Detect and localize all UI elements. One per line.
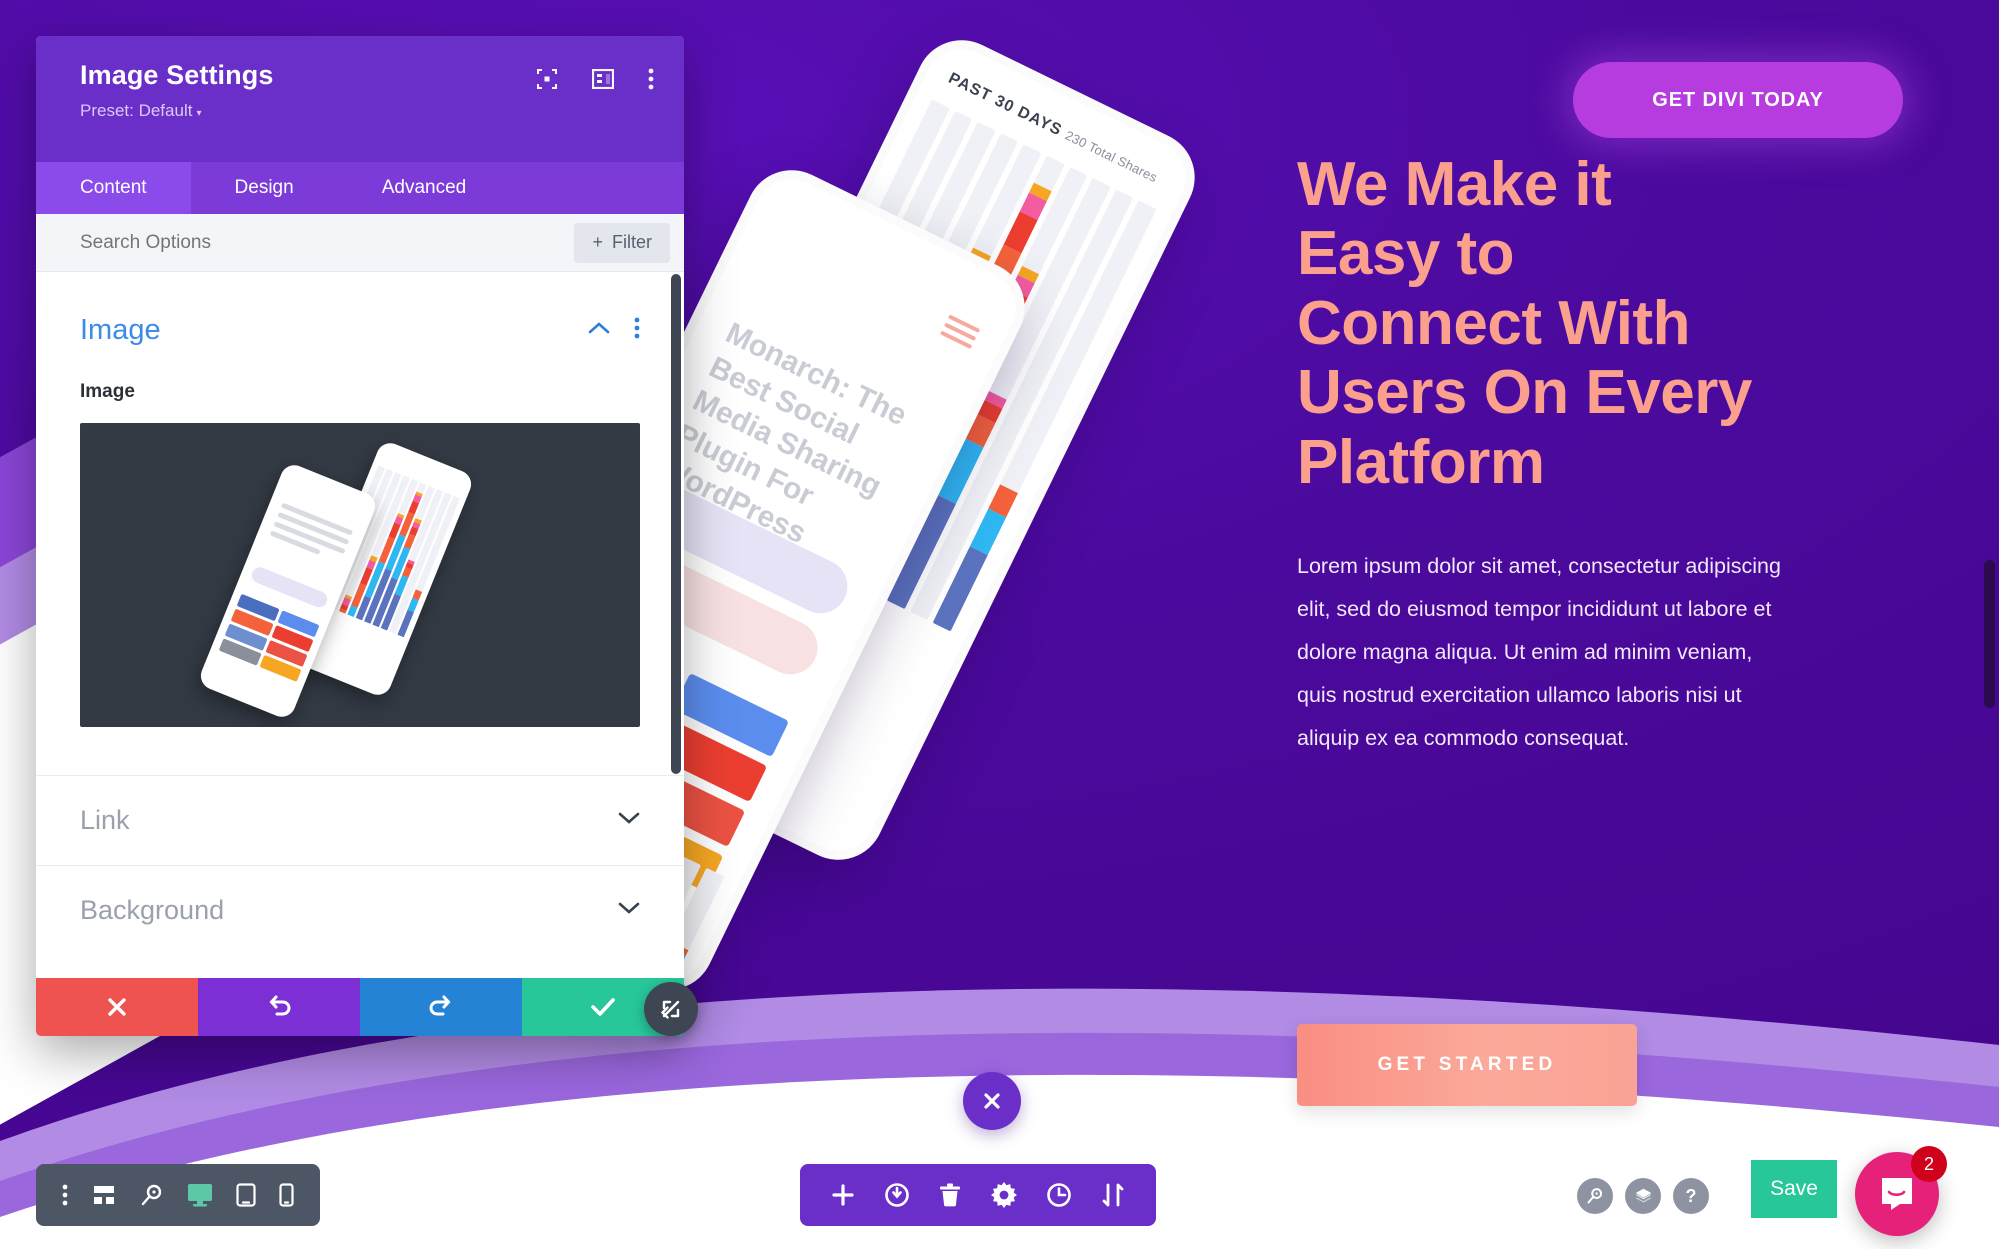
desktop-icon[interactable]	[183, 1179, 217, 1211]
get-started-button[interactable]: GET STARTED	[1297, 1024, 1637, 1106]
image-settings-panel: Image Settings Preset: Default ▾ Content D…	[36, 36, 684, 1036]
hero-headline-line: Easy to	[1297, 219, 1515, 289]
thumb-chips	[218, 593, 320, 682]
tab-advanced[interactable]: Advanced	[338, 162, 511, 214]
panel-action-bar	[36, 978, 684, 1036]
help-icon[interactable]: ?	[1673, 1178, 1709, 1214]
hero-body-text: Lorem ipsum dolor sit amet, consectetur …	[1297, 554, 1781, 751]
chevron-down-icon	[618, 901, 640, 920]
page-scrollbar[interactable]	[1984, 560, 1995, 708]
chevron-down-icon: ▾	[196, 108, 202, 119]
section-image-header[interactable]: Image	[80, 314, 640, 347]
chevron-up-icon[interactable]	[588, 321, 610, 340]
kebab-menu-icon[interactable]	[648, 68, 654, 95]
preset-selector[interactable]: Preset: Default ▾	[80, 101, 654, 121]
save-button[interactable]: Save	[1751, 1160, 1837, 1218]
tab-design[interactable]: Design	[191, 162, 338, 214]
chat-unread-badge: 2	[1911, 1146, 1947, 1182]
editor-canvas: PAST 30 DAYS 230 Total Shares Monarch: T…	[0, 0, 1999, 1249]
panel-scrollbar[interactable]	[671, 274, 681, 774]
tablet-icon[interactable]	[232, 1179, 260, 1211]
gear-icon[interactable]	[987, 1178, 1021, 1212]
search-icon[interactable]	[1577, 1178, 1613, 1214]
filter-label: Filter	[612, 232, 652, 252]
hero-headline: We Make it Easy to Connect With Users On Ev…	[1297, 150, 1827, 497]
layers-icon[interactable]	[1625, 1178, 1661, 1214]
image-preview-thumbnail	[196, 439, 510, 721]
view-mode-toolbar	[36, 1164, 320, 1226]
panel-body: Image Image Link Background	[36, 272, 684, 978]
section-image: Image Image	[36, 272, 684, 727]
filter-button[interactable]: + Filter	[574, 222, 670, 263]
hero-text-block: We Make it Easy to Connect With Users On Ev…	[1297, 150, 1827, 760]
hero-headline-line: Platform	[1297, 427, 1545, 497]
panel-resize-handle[interactable]	[644, 982, 698, 1036]
plus-icon: +	[592, 232, 603, 252]
focus-target-icon[interactable]	[536, 68, 558, 95]
redo-button[interactable]	[360, 978, 522, 1036]
section-background-title: Background	[80, 895, 225, 925]
image-preview[interactable]	[80, 423, 640, 727]
sort-icon[interactable]	[1097, 1179, 1129, 1211]
zoom-icon[interactable]	[136, 1179, 168, 1211]
search-row: + Filter	[36, 214, 684, 272]
panel-tabs: Content Design Advanced	[36, 162, 684, 214]
hero-headline-line: Connect With	[1297, 288, 1690, 358]
trash-icon[interactable]	[935, 1179, 965, 1211]
image-field-label: Image	[80, 381, 135, 402]
panel-layout-icon[interactable]	[591, 68, 615, 94]
chevron-down-icon	[618, 811, 640, 830]
search-input[interactable]	[80, 231, 575, 254]
close-editor-button[interactable]	[963, 1072, 1021, 1130]
hero-headline-line: Users On Every	[1297, 358, 1752, 428]
panel-header-icons	[536, 68, 654, 95]
section-link-title: Link	[80, 805, 130, 835]
add-icon[interactable]	[827, 1179, 859, 1211]
wireframe-icon[interactable]	[87, 1180, 121, 1210]
panel-header: Image Settings Preset: Default ▾	[36, 36, 684, 162]
undo-button[interactable]	[198, 978, 360, 1036]
section-image-title: Image	[80, 314, 161, 346]
utility-icon-group: ?	[1577, 1178, 1709, 1214]
mobile-icon[interactable]	[275, 1179, 298, 1211]
section-background[interactable]: Background	[36, 865, 684, 955]
section-link[interactable]: Link	[36, 775, 684, 865]
section-image-controls	[588, 317, 640, 344]
phone-mockup-group: PAST 30 DAYS 230 Total Shares Monarch: T…	[419, 0, 1211, 1006]
discard-changes-button[interactable]	[36, 978, 198, 1036]
thumb-text-lines	[268, 502, 354, 569]
page-actions-toolbar	[800, 1164, 1156, 1226]
history-icon[interactable]	[1042, 1178, 1076, 1212]
kebab-menu-icon[interactable]	[634, 317, 640, 344]
tab-content[interactable]: Content	[36, 162, 191, 214]
save-library-icon[interactable]	[880, 1178, 914, 1212]
hero-headline-line: We Make it	[1297, 150, 1612, 219]
preset-label: Preset: Default	[80, 101, 193, 120]
get-divi-today-button[interactable]: GET DIVI TODAY	[1573, 62, 1903, 138]
kebab-menu-icon[interactable]	[58, 1180, 72, 1210]
